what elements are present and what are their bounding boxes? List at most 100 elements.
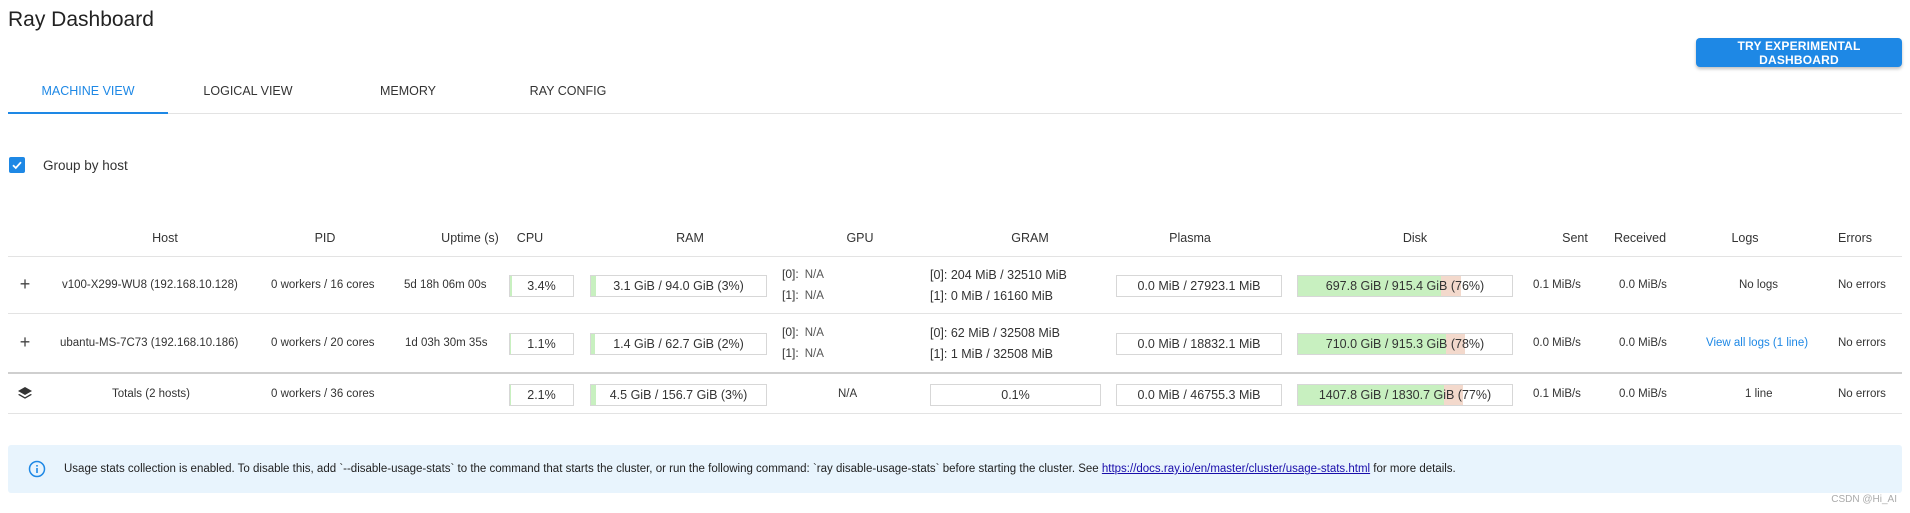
cpu-bar: 1.1% xyxy=(509,333,574,355)
logs-cell: No logs xyxy=(1739,279,1778,291)
table-bottom-divider xyxy=(8,413,1902,414)
group-by-host-label: Group by host xyxy=(43,157,128,173)
gpu-value: N/A xyxy=(804,290,824,302)
ram-bar: 3.1 GiB / 94.0 GiB (3%) xyxy=(590,275,767,297)
gpu-index: [1]: xyxy=(782,346,799,360)
usage-stats-docs-link[interactable]: https://docs.ray.io/en/master/cluster/us… xyxy=(1102,463,1370,475)
ram-value: 1.4 GiB / 62.7 GiB (2%) xyxy=(613,337,744,351)
column-header-disk[interactable]: Disk xyxy=(1385,231,1445,245)
gpu-entry: [1]: N/A xyxy=(782,346,824,360)
ram-value: 3.1 GiB / 94.0 GiB (3%) xyxy=(613,279,744,293)
layers-icon xyxy=(18,387,32,399)
view-all-logs-link[interactable]: View all logs (1 line) xyxy=(1706,337,1808,349)
sent-cell: 0.0 MiB/s xyxy=(1533,337,1581,349)
plasma-bar: 0.0 MiB / 27923.1 MiB xyxy=(1116,275,1282,297)
cpu-bar: 3.4% xyxy=(509,275,574,297)
gram-value: 0.1% xyxy=(1001,388,1030,402)
tab-indicator xyxy=(8,112,168,114)
column-header-host[interactable]: Host xyxy=(100,231,230,245)
cpu-bar-fill xyxy=(510,276,513,296)
host-cell: ubantu-MS-7C73 (192.168.10.186) xyxy=(60,337,239,349)
notice-text-after: for more details. xyxy=(1370,463,1456,475)
gpu-entry: [0]: N/A xyxy=(782,325,824,339)
gram-entry: [1]: 0 MiB / 16160 MiB xyxy=(930,289,1053,303)
expand-row-button[interactable]: + xyxy=(17,332,33,353)
column-header-gpu[interactable]: GPU xyxy=(840,231,880,245)
column-header-uptime[interactable]: Uptime (s) xyxy=(420,231,520,245)
received-cell: 0.0 MiB/s xyxy=(1619,388,1667,400)
errors-cell: No errors xyxy=(1838,388,1886,400)
uptime-cell: 5d 18h 06m 00s xyxy=(404,279,487,291)
table-divider xyxy=(8,256,1902,257)
cpu-value: 1.1% xyxy=(527,337,556,351)
received-cell: 0.0 MiB/s xyxy=(1619,279,1667,291)
cpu-value: 3.4% xyxy=(527,279,556,293)
gpu-value: N/A xyxy=(804,327,824,339)
gram-bar: 0.1% xyxy=(930,384,1101,406)
tab-bar: MACHINE VIEW LOGICAL VIEW MEMORY RAY CON… xyxy=(8,68,1902,114)
column-header-logs[interactable]: Logs xyxy=(1720,231,1770,245)
tab-machine-view[interactable]: MACHINE VIEW xyxy=(8,68,168,114)
column-header-cpu[interactable]: CPU xyxy=(510,231,550,245)
column-header-pid[interactable]: PID xyxy=(282,231,368,245)
column-header-received[interactable]: Received xyxy=(1600,231,1680,245)
disk-bar: 710.0 GiB / 915.3 GiB (78%) xyxy=(1297,333,1513,355)
column-header-ram[interactable]: RAM xyxy=(660,231,720,245)
ram-bar-fill xyxy=(591,276,597,296)
check-icon xyxy=(12,161,22,170)
cpu-value: 2.1% xyxy=(527,388,556,402)
notice-text: Usage stats collection is enabled. To di… xyxy=(64,463,1456,475)
pid-cell: 0 workers / 16 cores xyxy=(271,279,375,291)
uptime-cell: 1d 03h 30m 35s xyxy=(405,337,488,349)
cpu-bar: 2.1% xyxy=(509,384,574,406)
disk-value: 710.0 GiB / 915.3 GiB (78%) xyxy=(1325,337,1485,351)
column-header-plasma[interactable]: Plasma xyxy=(1155,231,1225,245)
ram-bar-fill xyxy=(591,385,597,405)
plasma-bar: 0.0 MiB / 18832.1 MiB xyxy=(1116,333,1282,355)
plasma-value: 0.0 MiB / 46755.3 MiB xyxy=(1137,388,1261,402)
ram-bar: 4.5 GiB / 156.7 GiB (3%) xyxy=(590,384,767,406)
plasma-value: 0.0 MiB / 18832.1 MiB xyxy=(1137,337,1261,351)
usage-stats-notice: Usage stats collection is enabled. To di… xyxy=(8,445,1902,493)
row-divider xyxy=(8,313,1902,314)
expand-row-button[interactable]: + xyxy=(17,274,33,295)
ram-bar: 1.4 GiB / 62.7 GiB (2%) xyxy=(590,333,767,355)
cpu-bar-fill xyxy=(510,334,511,354)
totals-pid-cell: 0 workers / 36 cores xyxy=(271,388,375,400)
page-title: Ray Dashboard xyxy=(8,8,154,31)
totals-host-cell: Totals (2 hosts) xyxy=(112,388,190,400)
gpu-entry: [0]: N/A xyxy=(782,267,824,281)
ram-value: 4.5 GiB / 156.7 GiB (3%) xyxy=(609,388,748,402)
logs-cell: 1 line xyxy=(1745,388,1773,400)
host-cell: v100-X299-WU8 (192.168.10.128) xyxy=(62,279,238,291)
plasma-bar: 0.0 MiB / 46755.3 MiB xyxy=(1116,384,1282,406)
tab-memory[interactable]: MEMORY xyxy=(328,68,488,114)
ram-bar-fill xyxy=(591,334,595,354)
gpu-value: N/A xyxy=(804,269,824,281)
gpu-entry: [1]: N/A xyxy=(782,288,824,302)
gpu-index: [0]: xyxy=(782,267,799,281)
try-experimental-dashboard-button[interactable]: TRY EXPERIMENTAL DASHBOARD xyxy=(1696,38,1902,67)
gpu-index: [0]: xyxy=(782,325,799,339)
sent-cell: 0.1 MiB/s xyxy=(1533,279,1581,291)
gram-entry: [1]: 1 MiB / 32508 MiB xyxy=(930,347,1053,361)
errors-cell: No errors xyxy=(1838,279,1886,291)
received-cell: 0.0 MiB/s xyxy=(1619,337,1667,349)
notice-text-before: Usage stats collection is enabled. To di… xyxy=(64,463,1102,475)
column-header-errors[interactable]: Errors xyxy=(1825,231,1885,245)
group-by-host-checkbox[interactable] xyxy=(9,157,25,173)
group-by-host-toggle[interactable]: Group by host xyxy=(9,157,128,173)
disk-value: 1407.8 GiB / 1830.7 GiB (77%) xyxy=(1318,388,1492,402)
column-header-sent[interactable]: Sent xyxy=(1555,231,1595,245)
gpu-value: N/A xyxy=(804,348,824,360)
totals-divider xyxy=(8,372,1902,374)
cpu-bar-fill xyxy=(510,385,512,405)
sent-cell: 0.1 MiB/s xyxy=(1533,388,1581,400)
column-header-gram[interactable]: GRAM xyxy=(1000,231,1060,245)
gram-entry: [0]: 204 MiB / 32510 MiB xyxy=(930,268,1067,282)
watermark: CSDN @Hi_AI xyxy=(1831,494,1897,505)
tab-logical-view[interactable]: LOGICAL VIEW xyxy=(168,68,328,114)
disk-bar: 697.8 GiB / 915.4 GiB (76%) xyxy=(1297,275,1513,297)
gram-entry: [0]: 62 MiB / 32508 MiB xyxy=(930,326,1060,340)
tab-ray-config[interactable]: RAY CONFIG xyxy=(488,68,648,114)
